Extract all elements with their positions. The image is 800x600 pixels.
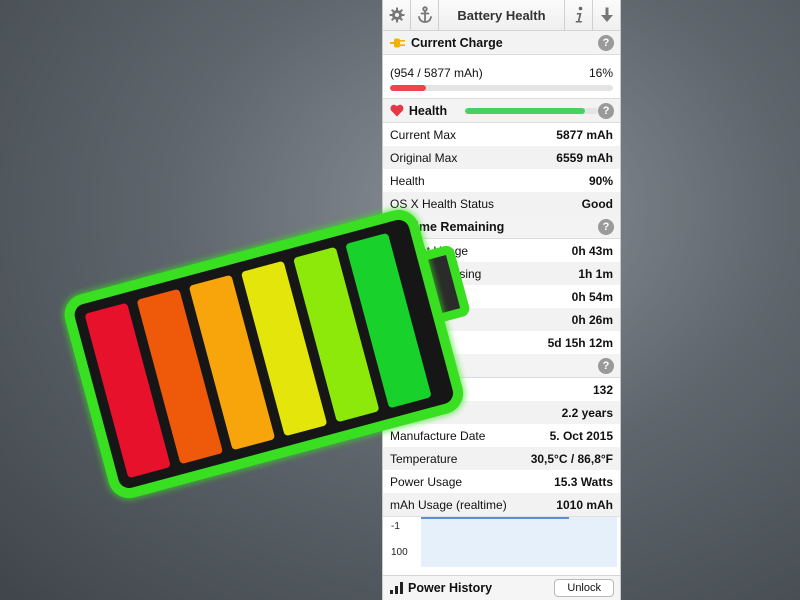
list-item: Age 2.2 years [383, 401, 620, 424]
row-label: Current Usage [390, 243, 469, 258]
plug-icon [390, 38, 405, 47]
graph-line [421, 517, 569, 519]
help-icon[interactable]: ? [598, 102, 614, 119]
health-progress-bar [465, 107, 599, 114]
list-item: 0h 54m [383, 285, 620, 308]
list-item: Manufacture Date 5. Oct 2015 [383, 424, 620, 447]
row-label: Temperature [390, 451, 458, 466]
row-label: Original Max [390, 150, 458, 165]
row-value: 90% [588, 173, 613, 188]
charge-percent: 16% [588, 66, 613, 80]
help-icon[interactable]: ? [598, 357, 614, 374]
row-value: 132 [592, 382, 613, 397]
health-progress-fill [465, 107, 585, 114]
list-item: Browsing 1h 1m [383, 262, 620, 285]
row-value: 15.3 Watts [554, 474, 613, 489]
help-icon[interactable]: ? [598, 218, 614, 235]
row-value: 30,5°C / 86,8°F [530, 451, 613, 466]
row-label: Browsing [432, 266, 482, 281]
power-history-footer: Power History Unlock [383, 575, 620, 600]
battery-health-panel: Battery Health Current Charge ? (954 / 5… [382, 0, 621, 600]
row-value: Good [581, 196, 613, 211]
row-label: Age [390, 405, 412, 420]
row-label: mAh Usage (realtime) [390, 497, 507, 512]
battery-cell [293, 247, 379, 422]
info-button[interactable] [564, 0, 592, 30]
unlock-button[interactable]: Unlock [554, 579, 614, 597]
battery-cell [85, 303, 171, 478]
row-value: 0h 26m [571, 312, 613, 327]
power-history-title: Power History [408, 581, 493, 595]
row-label: es [414, 382, 427, 397]
battery-cell [241, 261, 327, 436]
time-remaining-header: Time Remaining ? [383, 215, 620, 239]
graph-axis-label-bottom: 100 [391, 547, 408, 558]
list-item: by 5d 15h 12m [383, 331, 620, 354]
list-item: Current Usage 0h 43m [383, 239, 620, 262]
list-item: es 132 [383, 378, 620, 401]
row-value: 1010 mAh [556, 497, 613, 512]
info-icon [575, 6, 582, 23]
list-item: Health 90% [383, 169, 620, 192]
health-header: Health ? [383, 99, 620, 123]
row-label: by [420, 335, 433, 350]
section-title: Time Remaining [408, 219, 505, 234]
download-button[interactable] [592, 0, 620, 30]
battery-cell [137, 289, 223, 464]
row-label: OS X Health Status [390, 196, 495, 211]
download-icon [600, 7, 613, 22]
section-title: Current Charge [411, 35, 503, 50]
graph-area [421, 517, 617, 567]
row-value: 0h 43m [571, 243, 613, 258]
list-item: Power Usage 15.3 Watts [383, 470, 620, 493]
row-label: Current Max [390, 127, 457, 142]
row-value: 5d 15h 12m [547, 335, 613, 350]
current-charge-header: Current Charge ? [383, 31, 620, 55]
heart-icon [390, 104, 404, 117]
section-title: Health [408, 103, 448, 118]
list-item: Original Max 6559 mAh [383, 146, 620, 169]
row-value: 2.2 years [561, 405, 613, 420]
gear-icon [389, 7, 404, 23]
toolbar: Battery Health [383, 0, 620, 31]
list-item: mAh Usage (realtime) 1010 mAh [383, 493, 620, 516]
time-rows: Current Usage 0h 43m Browsing 1h 1m 0h 54m… [383, 239, 620, 354]
list-item: Temperature 30,5°C / 86,8°F [383, 447, 620, 470]
realtime-usage-graph: -1 100 [383, 516, 620, 567]
anchor-button[interactable] [411, 0, 439, 30]
health-rows: Current Max 5877 mAh Original Max 6559 mAh… [383, 123, 620, 215]
clock-icon [390, 220, 403, 233]
details-rows: es 132 Age 2.2 years Manufacture Date 5. Oc… [383, 378, 620, 516]
battery-cell [189, 275, 275, 450]
row-value: 6559 mAh [556, 150, 613, 165]
charge-progress-bar [390, 85, 613, 91]
help-icon[interactable]: ? [598, 34, 614, 51]
list-item: 0h 26m [383, 308, 620, 331]
list-item: Current Max 5877 mAh [383, 123, 620, 146]
graph-axis-label-top: -1 [391, 521, 400, 532]
charge-block: (954 / 5877 mAh) 16% [383, 55, 620, 99]
row-label: Manufacture Date [390, 428, 486, 443]
row-value: 0h 54m [571, 289, 613, 304]
details-header: ils ? [383, 354, 620, 378]
app-title: Battery Health [457, 7, 546, 23]
row-value: 5877 mAh [556, 127, 613, 142]
charge-mah: (954 / 5877 mAh) [390, 66, 483, 80]
row-value: 5. Oct 2015 [549, 428, 613, 443]
charge-progress-fill [390, 85, 426, 91]
section-title: ils [422, 358, 436, 373]
settings-button[interactable] [383, 0, 411, 30]
row-label: Power Usage [390, 474, 463, 489]
list-item: OS X Health Status Good [383, 192, 620, 215]
row-label: Health [390, 173, 425, 188]
bar-chart-icon [390, 582, 403, 594]
row-value: 1h 1m [578, 266, 613, 281]
anchor-icon [417, 6, 432, 23]
